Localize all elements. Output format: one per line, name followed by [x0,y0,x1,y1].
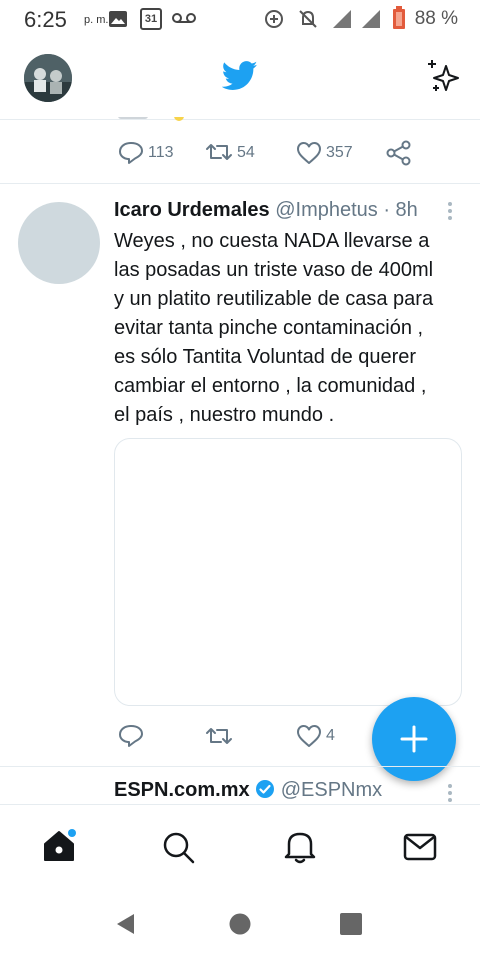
like-icon [297,142,321,164]
tweet-text-line: es sólo Tantita Voluntad de querer [114,346,417,368]
tweet-author-handle[interactable]: @ESPNmx [281,779,382,801]
home-icon [44,829,76,861]
more-icon[interactable] [444,782,456,804]
gallery-notification-icon [109,11,127,27]
previous-tweet-actions: 113 54 357 [0,136,480,172]
battery-icon [393,6,405,29]
tweet-text-line: cambiar el entorno , la comunidad , [114,375,427,397]
calendar-day: 31 [144,13,158,25]
verified-icon [256,780,275,798]
notifications-icon[interactable] [283,829,317,865]
system-navigation-bar [0,888,480,960]
tweet-media-card[interactable] [114,438,462,706]
like-icon [297,725,321,747]
retweet-icon [206,144,232,160]
nav-home[interactable] [42,829,78,868]
calendar-icon: 31 [140,8,162,30]
compose-tweet-button[interactable] [372,697,456,781]
status-time: 6:25 [24,7,67,32]
tweet-text-line: el país , nuestro mundo . [114,404,335,426]
top-app-bar [0,38,480,120]
signal-icon-2 [362,10,380,28]
retweet-icon[interactable] [205,725,233,747]
tweet-text: Weyes , no cuesta NADA llevarse a las po… [114,227,464,430]
reply-count: 113 [148,144,174,161]
tweet-header: Icaro Urdemales @Imphetus · 8h [114,199,418,222]
tweet-text-line: evitar tanta pinche contaminación , [114,317,424,339]
like-count: 4 [326,727,335,744]
retweet-count: 54 [237,144,255,161]
reply-icon [119,142,143,164]
tweet-time: · 8h [383,199,418,221]
twitter-bird-icon[interactable] [222,60,258,92]
tweet-text-line: y un platito reutilizable de casa para [114,288,434,310]
tweet-header: ESPN.com.mx @ESPNmx [114,779,382,802]
android-home-icon[interactable] [229,913,251,935]
battery-percent: 88 % [414,8,458,29]
status-bar: 6:25 p. m. 31 88 % [0,0,480,38]
reply-icon[interactable] [118,724,144,748]
compose-plus-icon [400,725,428,753]
notifications-off-icon [299,10,317,28]
tweet-separator [0,183,480,184]
tweet-author-name[interactable]: ESPN.com.mx [114,779,250,801]
share-icon[interactable] [386,140,412,166]
bottom-navigation [0,804,480,888]
android-recents-icon[interactable] [340,913,362,935]
search-icon[interactable] [162,831,196,865]
previous-tweet-text-fragment [114,117,194,123]
messages-icon[interactable] [403,833,437,861]
tweet-text-line: las posadas un triste vaso de 400ml [114,259,434,281]
status-ampm: p. m. [84,14,109,26]
profile-avatar[interactable] [24,54,72,102]
voicemail-icon [172,13,196,23]
signal-icon-1 [333,10,351,28]
tweet-separator [0,766,480,767]
like-count: 357 [326,144,353,161]
tweet-author-avatar[interactable] [18,202,100,284]
tweet-author-handle[interactable]: @Imphetus [275,199,378,221]
more-icon[interactable] [444,200,456,222]
tweet-text-line: Weyes , no cuesta NADA llevarse a [114,230,430,252]
data-saver-icon [265,10,283,28]
tweet-author-name[interactable]: Icaro Urdemales [114,199,270,221]
sparkle-icon[interactable] [424,58,462,96]
android-back-icon[interactable] [114,912,138,936]
